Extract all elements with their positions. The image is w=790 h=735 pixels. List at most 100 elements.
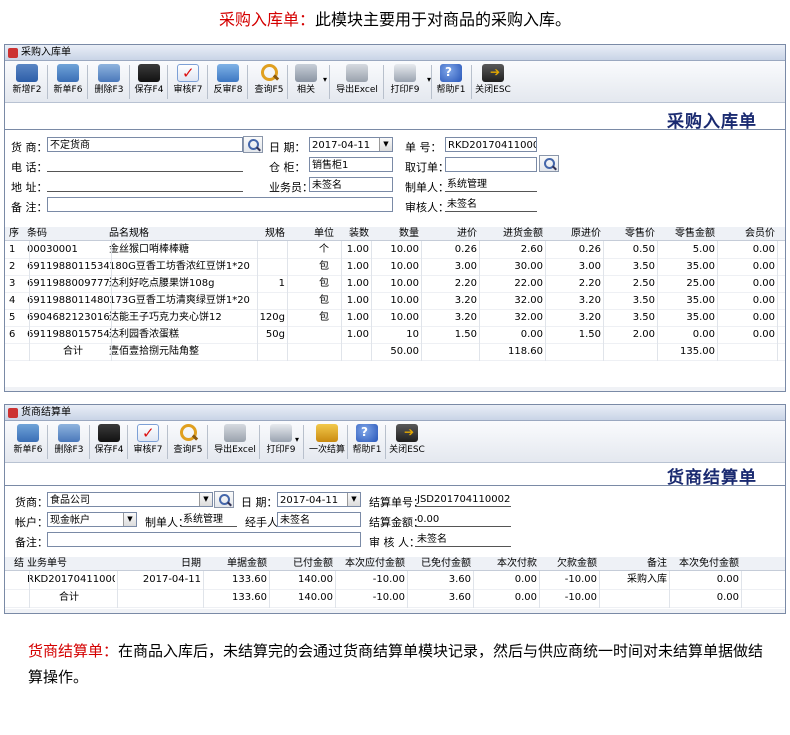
column-header[interactable]: 条码: [27, 227, 109, 241]
dropdown-arrow-icon[interactable]: ▾: [427, 75, 431, 84]
total-cell: 3.60: [448, 592, 471, 603]
order-lookup-icon[interactable]: [539, 155, 559, 172]
toolbar-button-4[interactable]: 保存F4: [131, 63, 167, 101]
order-input[interactable]: [445, 157, 537, 172]
address-input[interactable]: [47, 177, 243, 192]
column-divider: [545, 241, 546, 361]
toolbar-button-label: 删除F3: [94, 85, 124, 95]
column-header[interactable]: 备注: [601, 557, 667, 571]
export-icon: [346, 64, 368, 82]
toolbar-button-11[interactable]: 帮助F1: [433, 63, 469, 101]
table-cell: 50g: [265, 329, 285, 340]
table-cell: 0.50: [632, 244, 655, 255]
toolbar-separator: [329, 65, 330, 99]
table-cell: 35.00: [686, 312, 715, 323]
table-row[interactable]: 1 00030001 金丝猴口哨棒棒糖个 1.00 10.00 0.26 2.60 0.26 0…: [5, 242, 785, 259]
toolbar-button-9[interactable]: 导出Excel: [331, 63, 383, 101]
date-combo[interactable]: 2017-04-11 ▼: [309, 137, 393, 152]
column-header[interactable]: 数量: [373, 227, 419, 241]
settle-remark-input[interactable]: [47, 532, 361, 547]
table-cell: 1: [278, 278, 285, 289]
settle-supplier-combo[interactable]: 食品公司 ▼: [47, 492, 213, 507]
column-header[interactable]: 装数: [335, 227, 369, 241]
toolbar-button-6[interactable]: 导出Excel: [209, 423, 261, 461]
column-divider: [287, 241, 288, 361]
column-header[interactable]: 零售金额: [661, 227, 715, 241]
settle-date-label: 日 期：: [241, 496, 278, 509]
column-header[interactable]: 本次应付金额: [335, 557, 405, 571]
toolbar-button-6[interactable]: 反审F8: [209, 63, 247, 101]
toolbar-separator: [471, 65, 472, 99]
column-header[interactable]: 原进价: [547, 227, 601, 241]
toolbar-button-5[interactable]: 查询F5: [169, 423, 207, 461]
toolbar-button-9[interactable]: 帮助F1: [349, 423, 385, 461]
horizontal-scrollbar[interactable]: [5, 609, 785, 613]
settle-date-combo[interactable]: 2017-04-11 ▼: [277, 492, 361, 507]
toolbar-button-7[interactable]: 查询F5: [249, 63, 289, 101]
toolbar-button-label: 删除F3: [54, 445, 84, 455]
table-cell: 10: [406, 329, 419, 340]
account-combo[interactable]: 现金帐户 ▼: [47, 512, 137, 527]
toolbar-button-10[interactable]: 关闭ESC: [387, 423, 427, 461]
toolbar-button-1[interactable]: 新增F2: [7, 63, 47, 101]
chevron-down-icon[interactable]: ▼: [199, 493, 212, 506]
toolbar-button-4[interactable]: 审核F7: [129, 423, 167, 461]
chevron-down-icon[interactable]: ▼: [347, 493, 360, 506]
toolbar-separator: [247, 65, 248, 99]
table-cell: -10.00: [564, 574, 597, 585]
column-header[interactable]: 进货金额: [481, 227, 543, 241]
horizontal-scrollbar[interactable]: [5, 387, 785, 391]
column-header[interactable]: 单据金额: [201, 557, 267, 571]
table-row[interactable]: 4 6911988011480 173G豆香工坊清爽绿豆饼1*20 包 1.00 10.0…: [5, 293, 785, 310]
column-header[interactable]: 本次免付金额: [673, 557, 739, 571]
column-header[interactable]: 序: [9, 227, 27, 241]
toolbar-button-12[interactable]: 关闭ESC: [473, 63, 513, 101]
toolbar-separator: [167, 425, 168, 459]
table-row[interactable]: 2 6911988011534 180G豆香工坊香浓红豆饼1*20 包 1.00 10.0…: [5, 259, 785, 276]
column-header[interactable]: 日期: [119, 557, 201, 571]
column-divider: [29, 241, 30, 361]
table-cell: 0.00: [692, 329, 715, 340]
toolbar-button-8[interactable]: 一次结算: [305, 423, 349, 461]
toolbar-button-2[interactable]: 新单F6: [49, 63, 87, 101]
chevron-down-icon[interactable]: ▼: [123, 513, 136, 526]
toolbar-button-3[interactable]: 删除F3: [89, 63, 129, 101]
toolbar-button-2[interactable]: 删除F3: [49, 423, 89, 461]
chevron-down-icon[interactable]: ▼: [379, 138, 392, 151]
column-header[interactable]: 业务单号: [27, 557, 115, 571]
column-header[interactable]: 本次付款: [475, 557, 537, 571]
phone-input[interactable]: [47, 157, 243, 172]
related-icon: [295, 64, 317, 82]
settle-supplier-lookup-icon[interactable]: [214, 491, 234, 508]
column-header[interactable]: 零售价: [607, 227, 655, 241]
toolbar-button-1[interactable]: 新单F6: [9, 423, 47, 461]
toolbar-button-5[interactable]: 审核F7: [169, 63, 207, 101]
toolbar-button-3[interactable]: 保存F4: [91, 423, 127, 461]
billno-field[interactable]: RKD201704110001: [445, 137, 537, 152]
handler-input[interactable]: 未签名: [277, 512, 361, 527]
column-header[interactable]: 规格: [225, 227, 285, 241]
table-row[interactable]: RKD201704110001 2017-04-11 133.60 140.00 -10…: [5, 572, 785, 590]
table-row[interactable]: 5 6904682123016 达能王子巧克力夹心饼12 120g 包 1.00 10.00…: [5, 310, 785, 327]
supplier-input[interactable]: 不定货商: [47, 137, 243, 152]
column-header[interactable]: 结: [11, 557, 27, 571]
column-header[interactable]: 已免付金额: [409, 557, 471, 571]
table-row[interactable]: 6 6911988015754 达利园香浓蛋糕 50g 1.00 10 1.50 0.00 1.…: [5, 327, 785, 344]
clerk-input[interactable]: 未签名: [309, 177, 393, 192]
column-header[interactable]: 会员价: [719, 227, 775, 241]
column-header[interactable]: 已付金额: [271, 557, 333, 571]
toolbar-button-8[interactable]: 相关: [289, 63, 323, 101]
table-row[interactable]: 3 6911988009777 达利好吃点腰果饼108g 1 包 1.00 10.00 2.2…: [5, 276, 785, 293]
dropdown-arrow-icon[interactable]: ▾: [323, 75, 327, 84]
column-header[interactable]: 欠款金额: [541, 557, 597, 571]
warehouse-input[interactable]: 销售柜1: [309, 157, 393, 172]
table-cell: 00030001: [27, 244, 78, 255]
toolbar-button-10[interactable]: 打印F9: [385, 63, 425, 101]
remark-input[interactable]: [47, 197, 393, 212]
column-header[interactable]: 进价: [423, 227, 477, 241]
supplier-lookup-icon[interactable]: [243, 136, 263, 153]
dropdown-arrow-icon[interactable]: ▾: [295, 435, 299, 444]
table-cell: 3.50: [632, 261, 655, 272]
table-cell: 0.00: [752, 329, 775, 340]
purchase-table: 序条码 品名规格 规格 单位 装数 数量 进价 进货金额 原进价 零售价 零售金额 会员价 1 00030…: [5, 227, 785, 391]
